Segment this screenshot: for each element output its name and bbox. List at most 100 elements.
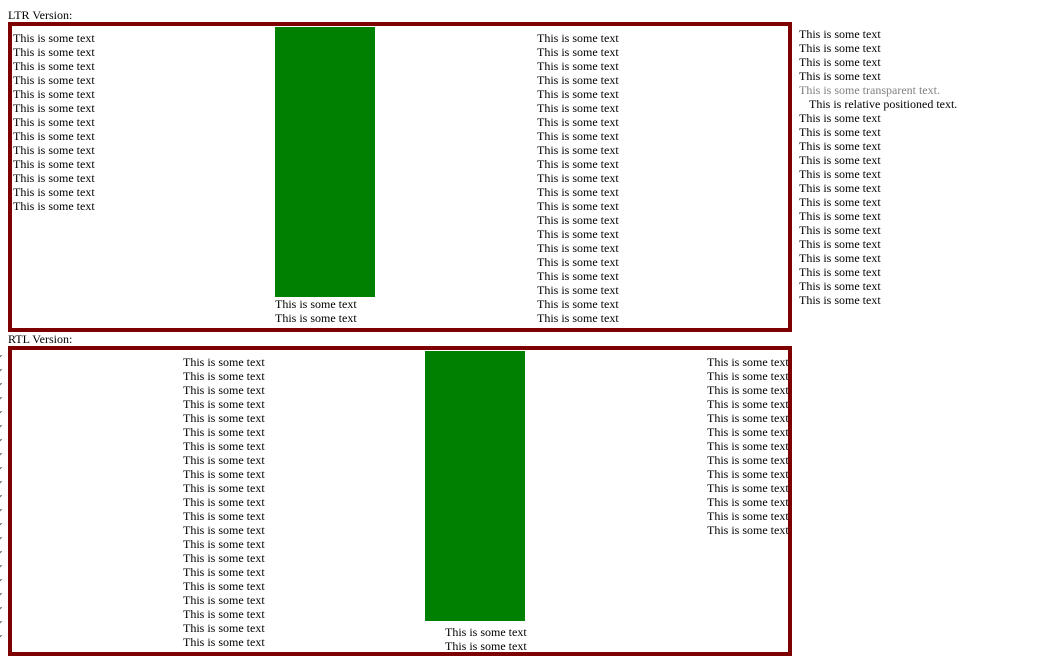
text-line: This is some text	[445, 639, 527, 653]
text-line: This is some text	[13, 31, 95, 45]
relative-positioned-text: This is relative positioned text.	[809, 97, 958, 111]
text-line: This is some text	[799, 125, 881, 139]
ltr-container: This is some text This is some text This i…	[8, 22, 792, 332]
rtl-container: This is some text This is some text This i…	[8, 346, 792, 656]
text-line: This is some text	[537, 297, 619, 311]
text-line: This is some text	[183, 383, 265, 397]
text-line: This is some text	[183, 635, 265, 649]
text-line: This is some text	[707, 453, 789, 467]
text-line: This is some text	[537, 171, 619, 185]
text-line: This is some text	[183, 621, 265, 635]
text-line: This is some text	[0, 562, 2, 576]
text-line: This is some text	[537, 101, 619, 115]
text-line: This is some text	[537, 269, 619, 283]
rtl-text-column-1: This is some text This is some text This i…	[183, 355, 265, 649]
text-line: This is some text	[0, 520, 2, 534]
text-line: This is some text	[537, 157, 619, 171]
text-line: This is some text	[183, 355, 265, 369]
text-line: This is some text	[537, 143, 619, 157]
text-line: This is some text	[799, 223, 881, 237]
text-line: This is some text	[0, 506, 2, 520]
text-line: This is some text	[707, 397, 789, 411]
text-line: This is some text	[13, 73, 95, 87]
ltr-green-block	[275, 27, 375, 297]
text-line: This is some text	[707, 481, 789, 495]
text-line: This is some text	[0, 492, 2, 506]
text-line: This is some text	[799, 167, 881, 181]
text-line: This is some text	[183, 551, 265, 565]
text-line: This is some text	[183, 481, 265, 495]
text-line: This is some text	[707, 383, 789, 397]
rtl-text-column-3: This is some text This is some text This i…	[707, 355, 789, 537]
text-line: This is some text	[275, 297, 357, 311]
text-line: This is some text	[707, 369, 789, 383]
text-line: This is some text	[13, 171, 95, 185]
text-line: This is some text	[799, 251, 881, 265]
text-line: This is some text	[537, 115, 619, 129]
text-line: This is some text	[0, 422, 2, 436]
text-line: This is some text	[799, 237, 881, 251]
text-line: This is some text	[0, 632, 2, 642]
text-line: This is some text	[0, 548, 2, 562]
text-line: This is some text	[537, 185, 619, 199]
text-line: This is some text	[707, 523, 789, 537]
text-line: This is some text	[13, 101, 95, 115]
text-line: This is some text	[799, 279, 881, 293]
text-line: This is some text	[799, 139, 881, 153]
text-line: This is some text	[183, 523, 265, 537]
text-line: This is some text	[0, 534, 2, 548]
ltr-outside-text: This is some text This is some text This i…	[799, 27, 957, 307]
text-line: This is some text	[183, 467, 265, 481]
text-line: This is some text	[13, 199, 95, 213]
text-line: This is some text	[799, 55, 881, 69]
text-line: This is some text	[799, 111, 881, 125]
text-line: This is some text	[183, 453, 265, 467]
text-line: This is some text	[0, 380, 2, 394]
text-line: This is some text	[183, 509, 265, 523]
text-line: This is some text	[707, 495, 789, 509]
text-line: This is some text	[0, 618, 2, 632]
text-line: This is some text	[707, 411, 789, 425]
text-line: This is some text	[13, 59, 95, 73]
text-line: This is some text	[183, 495, 265, 509]
text-line: This is some text	[537, 45, 619, 59]
text-line: This is some text	[799, 293, 881, 307]
text-line: This is some text	[537, 213, 619, 227]
text-line: This is some text	[707, 509, 789, 523]
text-line: This is some text	[13, 115, 95, 129]
text-line: This is some text	[537, 227, 619, 241]
text-line: This is some text	[537, 59, 619, 73]
text-line: This is some text	[13, 143, 95, 157]
page-root: LTR Version: This is some text This is so…	[0, 0, 1049, 664]
text-line: This is some text	[0, 464, 2, 478]
text-line: This is some text	[537, 73, 619, 87]
rtl-under-green-text: This is some text This is some text	[445, 625, 527, 653]
text-line: This is some text	[537, 199, 619, 213]
text-line: This is some text	[537, 311, 619, 325]
text-line: This is some text	[799, 69, 881, 83]
text-line: This is some text	[13, 185, 95, 199]
text-line: This is some text	[183, 579, 265, 593]
text-line: This is some text	[707, 439, 789, 453]
text-line: This is some text	[445, 625, 527, 639]
ltr-text-column-3: This is some text This is some text This i…	[537, 31, 619, 325]
text-line: This is some text	[13, 129, 95, 143]
text-line: This is some text	[0, 590, 2, 604]
text-line: This is some text	[537, 31, 619, 45]
text-line: This is some text	[0, 366, 2, 380]
text-line: This is some text	[0, 408, 2, 422]
text-line: This is some text	[707, 425, 789, 439]
text-line: This is some text	[13, 87, 95, 101]
text-line: This is some text	[707, 355, 789, 369]
text-line: This is some text	[0, 352, 2, 366]
text-line: This is some text	[707, 467, 789, 481]
text-line: This is some text	[537, 241, 619, 255]
rtl-green-block	[425, 351, 525, 621]
text-line: This is some text	[537, 129, 619, 143]
text-line: This is some text	[799, 265, 881, 279]
text-line: This is some text	[799, 195, 881, 209]
text-line: This is some text	[275, 311, 357, 325]
text-line: This is some text	[13, 45, 95, 59]
text-line: This is some text	[0, 436, 2, 450]
text-line: This is some text	[183, 397, 265, 411]
